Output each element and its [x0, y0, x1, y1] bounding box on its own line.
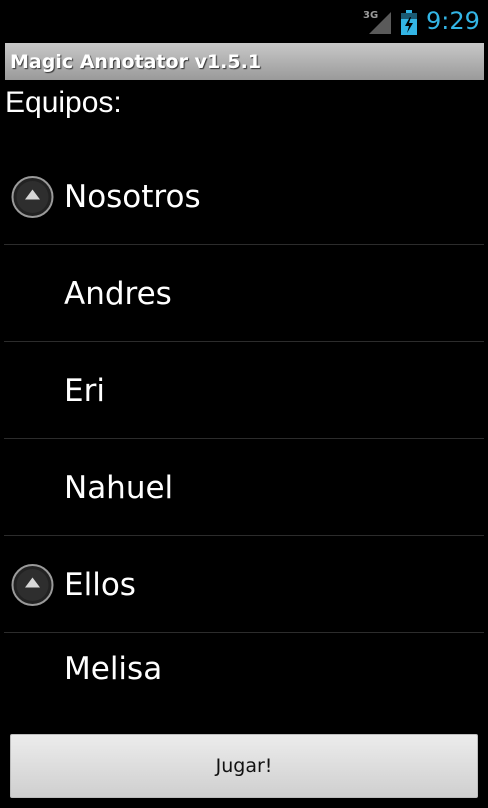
member-name: Eri	[64, 372, 105, 409]
collapse-arrow-icon[interactable]	[11, 175, 54, 218]
team-name: Nosotros	[64, 178, 201, 215]
team-member-row[interactable]: Melisa	[0, 633, 488, 705]
team-group-header[interactable]: Nosotros	[0, 148, 488, 245]
app-title: Magic Annotator v1.5.1	[10, 51, 262, 73]
team-member-row[interactable]: Andres	[0, 245, 488, 342]
collapse-arrow-icon[interactable]	[11, 563, 54, 606]
clock: 9:29	[426, 7, 480, 35]
member-name: Melisa	[64, 651, 163, 687]
team-list: Nosotros Andres Eri Nahuel Ellos Melisa	[0, 148, 488, 705]
team-member-row[interactable]: Eri	[0, 342, 488, 439]
team-name: Ellos	[64, 566, 136, 603]
battery-charging-icon	[401, 10, 417, 35]
member-name: Nahuel	[64, 469, 174, 506]
member-name: Andres	[64, 275, 172, 312]
signal-icon	[369, 12, 391, 34]
play-button-label: Jugar!	[215, 755, 273, 777]
play-button[interactable]: Jugar!	[10, 734, 478, 798]
app-title-bar: Magic Annotator v1.5.1	[5, 43, 484, 80]
team-group-header[interactable]: Ellos	[0, 536, 488, 633]
team-member-row[interactable]: Nahuel	[0, 439, 488, 536]
section-label: Equipos:	[5, 86, 122, 119]
status-bar: 3G 9:29	[0, 0, 488, 42]
